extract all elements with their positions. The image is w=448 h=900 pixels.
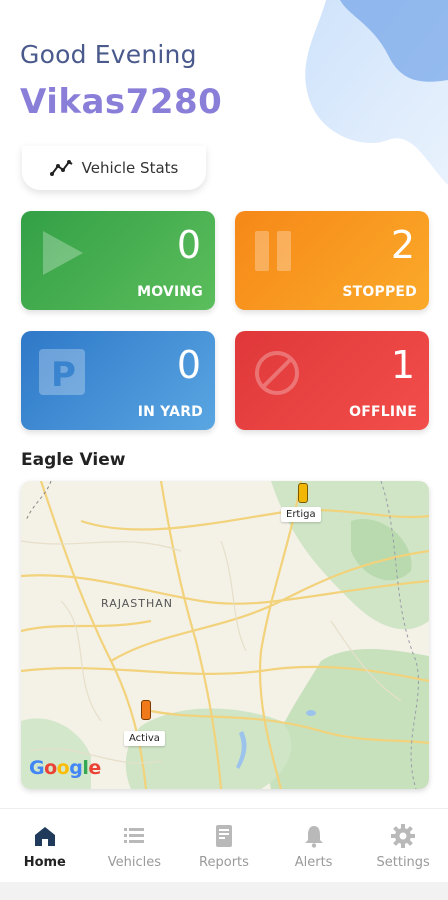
google-attribution-logo: Google (29, 757, 101, 779)
nav-reports-label: Reports (199, 855, 249, 870)
offline-count: 1 (390, 343, 415, 387)
nav-home-label: Home (23, 855, 66, 870)
header-blob-decoration (305, 0, 448, 185)
home-icon (34, 827, 55, 846)
nav-settings[interactable]: Settings (363, 823, 443, 870)
stopped-label: STOPPED (342, 284, 417, 300)
offline-label: OFFLINE (349, 404, 417, 420)
map-region-label: RAJASTHAN (101, 597, 174, 610)
nav-vehicles-label: Vehicles (107, 855, 162, 870)
in-yard-count: 0 (176, 343, 201, 387)
greeting-text: Good Evening (20, 40, 197, 69)
line-chart-icon (49, 160, 73, 176)
activa-vehicle-marker[interactable] (141, 700, 151, 720)
svg-text:P: P (51, 355, 76, 395)
bell-icon (304, 826, 323, 848)
list-icon (124, 828, 145, 843)
nav-reports[interactable]: Reports (184, 823, 264, 870)
nav-alerts[interactable]: Alerts (274, 823, 354, 870)
activa-vehicle-label: Activa (124, 731, 165, 746)
prohibited-icon (255, 351, 299, 395)
eagle-view-title: Eagle View (21, 450, 126, 470)
moving-count: 0 (176, 223, 201, 267)
in-yard-label: IN YARD (137, 404, 203, 420)
map-background (21, 481, 429, 789)
moving-label: MOVING (137, 284, 203, 300)
nav-alerts-label: Alerts (294, 855, 333, 870)
stopped-card[interactable]: 2 STOPPED (235, 211, 429, 310)
gear-icon (391, 824, 416, 848)
vehicle-stats-button[interactable]: Vehicle Stats (22, 146, 206, 190)
ertiga-vehicle-label: Ertiga (281, 507, 321, 522)
stopped-count: 2 (390, 223, 415, 267)
vehicle-stats-label: Vehicle Stats (81, 159, 179, 177)
username-text: Vikas7280 (20, 82, 223, 122)
parking-icon: P (39, 349, 85, 395)
moving-card[interactable]: 0 MOVING (21, 211, 215, 310)
system-nav-bar (0, 882, 448, 900)
nav-settings-label: Settings (376, 855, 430, 870)
bottom-nav: Home Vehicles Reports Alerts Settings (0, 808, 448, 882)
report-icon (215, 825, 232, 847)
play-icon (43, 231, 83, 275)
nav-vehicles[interactable]: Vehicles (94, 823, 174, 870)
eagle-view-map[interactable]: RAJASTHAN Ertiga Activa Google (21, 481, 429, 789)
offline-card[interactable]: 1 OFFLINE (235, 331, 429, 430)
in-yard-card[interactable]: P 0 IN YARD (21, 331, 215, 430)
nav-home[interactable]: Home (5, 823, 85, 870)
pause-icon (255, 231, 291, 271)
ertiga-vehicle-marker[interactable] (298, 483, 308, 503)
